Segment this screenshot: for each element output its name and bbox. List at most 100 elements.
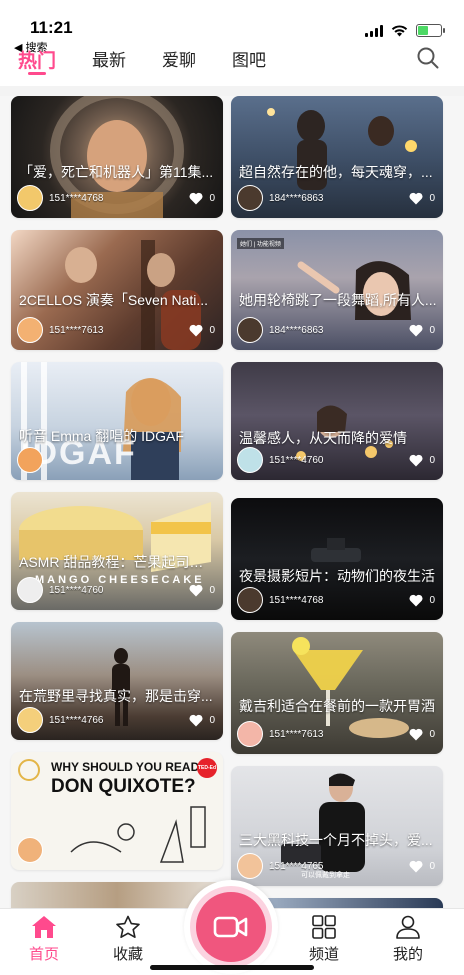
tab-latest[interactable]: 最新 xyxy=(92,46,126,71)
nav-home[interactable]: 首页 xyxy=(14,915,74,964)
video-card[interactable]: WHY SHOULD YOU READ DON QUIXOTE? TED-Ed xyxy=(11,752,223,870)
card-meta: 184****6863 0 xyxy=(237,316,435,344)
like-count[interactable]: 0 xyxy=(189,714,215,727)
ted-ed-badge: TED-Ed xyxy=(197,758,217,778)
heart-icon xyxy=(409,324,423,336)
video-card[interactable]: IDGAF 听音 Emma 翻唱的 IDGAF xyxy=(11,362,223,480)
like-count[interactable]: 0 xyxy=(409,192,435,205)
top-tabs: 热门 最新 爱聊 图吧 xyxy=(0,44,464,84)
card-meta: 151****4760 0 xyxy=(237,446,435,474)
card-username: 184****6863 xyxy=(269,324,324,336)
card-meta: 151****7613 0 xyxy=(17,316,215,344)
heart-icon xyxy=(409,192,423,204)
like-count[interactable]: 0 xyxy=(409,454,435,467)
card-title: 「爱，死亡和机器人」第11集... xyxy=(19,164,214,180)
card-username: 151****4766 xyxy=(49,714,104,726)
nav-me-label: 我的 xyxy=(392,946,423,963)
card-meta: 151****4768 0 xyxy=(17,184,215,212)
like-number: 0 xyxy=(429,324,435,336)
avatar xyxy=(237,447,263,473)
card-meta: 151****4766 0 xyxy=(17,706,215,734)
video-feed[interactable]: 「爱，死亡和机器人」第11集... 151****4768 0 2CELLOS … xyxy=(0,96,464,908)
wifi-icon xyxy=(391,24,408,36)
video-card[interactable]: 她们 | 功能视频 她用轮椅跳了一段舞蹈,所有人... 184****6863 … xyxy=(231,230,443,350)
heart-icon xyxy=(189,714,203,726)
card-meta: 151****4768 0 xyxy=(237,586,435,614)
video-card[interactable]: 三大黑科技一个月不掉头，爱... 可以佩戴到拿走 151****4765 0 xyxy=(231,766,443,886)
feed-divider xyxy=(0,86,464,96)
like-number: 0 xyxy=(209,324,215,336)
heart-icon xyxy=(189,584,203,596)
card-title: 超自然存在的他，每天魂穿，... xyxy=(239,164,433,180)
tab-chat[interactable]: 爱聊 xyxy=(162,46,196,71)
card-username: 151****7613 xyxy=(269,728,324,740)
avatar xyxy=(237,587,263,613)
card-meta xyxy=(17,836,215,864)
video-card[interactable]: 戴吉利适合在餐前的一款开胃酒 151****7613 0 xyxy=(231,632,443,754)
card-meta xyxy=(17,446,215,474)
like-number: 0 xyxy=(209,192,215,204)
like-count[interactable]: 0 xyxy=(409,860,435,873)
card-badge: 她们 | 功能视频 xyxy=(237,238,284,249)
like-count[interactable]: 0 xyxy=(189,192,215,205)
card-title: 听音 Emma 翻唱的 IDGAF xyxy=(19,428,184,444)
battery-icon xyxy=(416,24,445,37)
like-number: 0 xyxy=(429,860,435,872)
status-bar: 11:21 ◀ 搜索 xyxy=(0,0,464,54)
nav-channels[interactable]: 频道 xyxy=(294,915,354,964)
nav-favorites-label: 收藏 xyxy=(112,946,143,963)
card-username: 151****4760 xyxy=(49,584,104,596)
avatar xyxy=(17,707,43,733)
grid-icon xyxy=(312,915,336,939)
card-username: 151****4765 xyxy=(269,860,324,872)
nav-home-label: 首页 xyxy=(28,946,59,963)
avatar xyxy=(17,317,43,343)
card-title: 温馨感人，从天而降的爱情 xyxy=(239,430,407,446)
nav-favorites[interactable]: 收藏 xyxy=(98,915,158,964)
card-meta: 151****4765 0 xyxy=(237,852,435,880)
card-meta: 151****4760 0 xyxy=(17,576,215,604)
card-username: 151****4768 xyxy=(49,192,104,204)
active-tab-indicator xyxy=(28,72,46,75)
nav-me[interactable]: 我的 xyxy=(378,915,438,964)
like-count[interactable]: 0 xyxy=(189,324,215,337)
avatar xyxy=(237,721,263,747)
home-indicator xyxy=(150,965,314,970)
overlay-line-2: DON QUIXOTE? xyxy=(51,776,196,797)
card-title: 2CELLOS 演奏「Seven Nati... xyxy=(19,292,209,308)
video-card[interactable]: 超自然存在的他，每天魂穿，... 184****6863 0 xyxy=(231,96,443,218)
like-number: 0 xyxy=(429,594,435,606)
card-title: 戴吉利适合在餐前的一款开胃酒 xyxy=(239,698,435,714)
video-card[interactable]: 「爱，死亡和机器人」第11集... 151****4768 0 xyxy=(11,96,223,218)
avatar xyxy=(17,185,43,211)
avatar xyxy=(17,577,43,603)
like-number: 0 xyxy=(429,454,435,466)
video-card[interactable]: MANGO CHEESECAKE ASMR 甜品教程：芒果起司蛋糕 151***… xyxy=(11,492,223,610)
status-time: 11:21 xyxy=(30,18,73,37)
video-card[interactable]: 在荒野里寻找真实，那是击穿... 151****4766 0 xyxy=(11,622,223,740)
video-card[interactable]: 2CELLOS 演奏「Seven Nati... 151****7613 0 xyxy=(11,230,223,350)
video-card[interactable]: 温馨感人，从天而降的爱情 151****4760 0 xyxy=(231,362,443,480)
card-username: 151****4760 xyxy=(269,454,324,466)
card-title: 她用轮椅跳了一段舞蹈,所有人... xyxy=(239,292,437,308)
like-count[interactable]: 0 xyxy=(189,584,215,597)
avatar xyxy=(237,317,263,343)
overlay-line-1: WHY SHOULD YOU READ xyxy=(51,760,200,774)
user-icon xyxy=(396,915,420,939)
tab-hot[interactable]: 热门 xyxy=(18,46,56,73)
search-icon[interactable] xyxy=(416,46,440,70)
like-count[interactable]: 0 xyxy=(409,728,435,741)
record-button-core xyxy=(196,892,266,962)
like-count[interactable]: 0 xyxy=(409,324,435,337)
heart-icon xyxy=(189,324,203,336)
like-number: 0 xyxy=(429,728,435,740)
heart-icon xyxy=(409,454,423,466)
record-video-button[interactable] xyxy=(184,880,278,974)
card-meta: 151****7613 0 xyxy=(237,720,435,748)
tab-gallery[interactable]: 图吧 xyxy=(232,46,266,71)
nav-channels-label: 频道 xyxy=(308,946,339,963)
video-card[interactable]: 夜景摄影短片：动物们的夜生活 151****4768 0 xyxy=(231,498,443,620)
star-icon xyxy=(116,915,140,938)
like-count[interactable]: 0 xyxy=(409,594,435,607)
like-number: 0 xyxy=(209,714,215,726)
